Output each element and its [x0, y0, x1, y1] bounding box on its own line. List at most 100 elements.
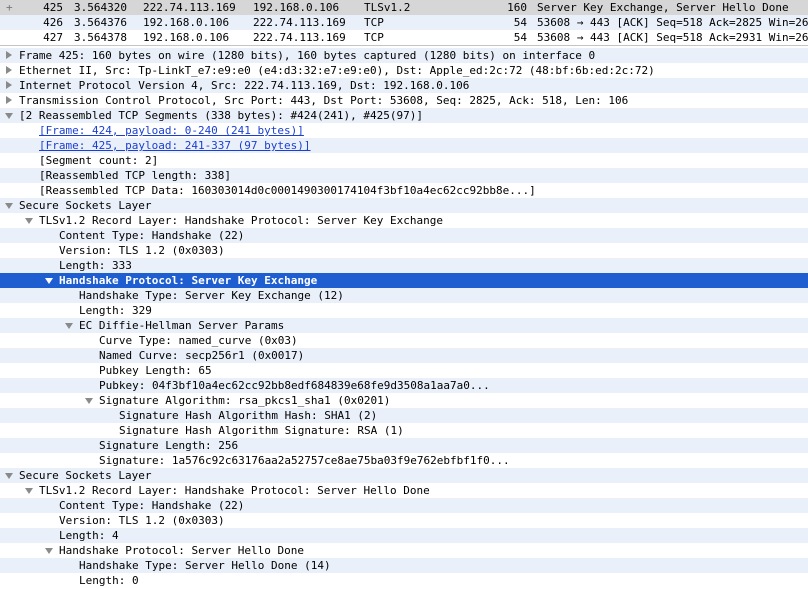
tree-item-label: Content Type: Handshake (22): [59, 499, 245, 512]
tree-item-selected[interactable]: Handshake Protocol: Server Key Exchange: [0, 273, 808, 288]
tree-item[interactable]: Pubkey: 04f3bf10a4ec62cc92bb8edf684839e6…: [0, 378, 808, 393]
tree-item-label: Curve Type: named_curve (0x03): [99, 334, 298, 347]
packet-info: Server Key Exchange, Server Hello Done: [537, 1, 789, 14]
packet-row[interactable]: 427 3.564378 192.168.0.106 222.74.113.169 TC…: [0, 30, 808, 45]
tree-item[interactable]: [Segment count: 2]: [0, 153, 808, 168]
tree-item-label: Frame 425: 160 bytes on wire (1280 bits)…: [19, 49, 596, 62]
collapse-arrow-icon[interactable]: [25, 483, 33, 498]
packet-source: 192.168.0.106: [143, 31, 230, 44]
collapse-arrow-icon[interactable]: [5, 108, 13, 123]
tree-item[interactable]: TLSv1.2 Record Layer: Handshake Protocol…: [0, 483, 808, 498]
tree-item-label: Signature Hash Algorithm Signature: RSA …: [119, 424, 404, 437]
tree-item[interactable]: Content Type: Handshake (22): [0, 498, 808, 513]
tree-item[interactable]: [Reassembled TCP Data: 160303014d0c00014…: [0, 183, 808, 198]
expand-arrow-icon[interactable]: [5, 93, 13, 108]
tree-item[interactable]: [Reassembled TCP length: 338]: [0, 168, 808, 183]
tree-item[interactable]: Length: 0: [0, 573, 808, 588]
tree-item[interactable]: Version: TLS 1.2 (0x0303): [0, 513, 808, 528]
tree-item[interactable]: Transmission Control Protocol, Src Port:…: [0, 93, 808, 108]
tree-item[interactable]: Secure Sockets Layer: [0, 468, 808, 483]
collapse-arrow-icon[interactable]: [85, 393, 93, 408]
packet-length: 54: [513, 31, 527, 44]
tree-item-label: Length: 4: [59, 529, 119, 542]
tree-item[interactable]: Internet Protocol Version 4, Src: 222.74…: [0, 78, 808, 93]
tree-item[interactable]: Length: 329: [0, 303, 808, 318]
tree-item[interactable]: [Frame: 425, payload: 241-337 (97 bytes)…: [0, 138, 808, 153]
tree-item-label: Secure Sockets Layer: [19, 199, 152, 212]
tree-item-label: Secure Sockets Layer: [19, 469, 152, 482]
packet-related-marker: +: [6, 1, 13, 14]
tree-item-label: Internet Protocol Version 4, Src: 222.74…: [19, 79, 470, 92]
tree-item-label: Ethernet II, Src: Tp-LinkT_e7:e9:e0 (e4:…: [19, 64, 655, 77]
tree-item-label: Handshake Protocol: Server Key Exchange: [59, 274, 318, 287]
collapse-arrow-icon[interactable]: [45, 543, 53, 558]
tree-item[interactable]: Named Curve: secp256r1 (0x0017): [0, 348, 808, 363]
packet-protocol: TCP: [364, 16, 384, 29]
tree-item[interactable]: Frame 425: 160 bytes on wire (1280 bits)…: [0, 48, 808, 63]
tree-item-label: Pubkey Length: 65: [99, 364, 212, 377]
collapse-arrow-icon[interactable]: [45, 273, 53, 288]
packet-number: 426: [43, 16, 63, 29]
packet-number: 427: [43, 31, 63, 44]
tree-item[interactable]: Signature: 1a576c92c63176aa2a52757ce8ae7…: [0, 453, 808, 468]
tree-item-label: Version: TLS 1.2 (0x0303): [59, 514, 225, 527]
frame-link[interactable]: [Frame: 424, payload: 0-240 (241 bytes)]: [39, 123, 304, 138]
packet-number: 425: [43, 1, 63, 14]
collapse-arrow-icon[interactable]: [25, 213, 33, 228]
collapse-arrow-icon[interactable]: [5, 468, 13, 483]
packet-length: 160: [507, 1, 527, 14]
packet-length: 54: [513, 16, 527, 29]
tree-item[interactable]: Handshake Type: Server Key Exchange (12): [0, 288, 808, 303]
tree-item[interactable]: Signature Algorithm: rsa_pkcs1_sha1 (0x0…: [0, 393, 808, 408]
tree-item-label: [2 Reassembled TCP Segments (338 bytes):…: [19, 109, 423, 122]
collapse-arrow-icon[interactable]: [65, 318, 73, 333]
tree-item[interactable]: Handshake Protocol: Server Hello Done: [0, 543, 808, 558]
tree-item[interactable]: Pubkey Length: 65: [0, 363, 808, 378]
tree-item[interactable]: Ethernet II, Src: Tp-LinkT_e7:e9:e0 (e4:…: [0, 63, 808, 78]
packet-destination: 192.168.0.106: [253, 1, 340, 14]
tree-item-label: Length: 329: [79, 304, 152, 317]
packet-protocol: TCP: [364, 31, 384, 44]
expand-arrow-icon[interactable]: [5, 78, 13, 93]
tree-item-label: [Reassembled TCP Data: 160303014d0c00014…: [39, 184, 536, 197]
packet-row[interactable]: +425 3.564320 222.74.113.169 192.168.0.106 T…: [0, 0, 808, 15]
tree-item-label: Version: TLS 1.2 (0x0303): [59, 244, 225, 257]
tree-item[interactable]: Secure Sockets Layer: [0, 198, 808, 213]
packet-source: 222.74.113.169: [143, 1, 236, 14]
tree-item[interactable]: [2 Reassembled TCP Segments (338 bytes):…: [0, 108, 808, 123]
tree-item[interactable]: TLSv1.2 Record Layer: Handshake Protocol…: [0, 213, 808, 228]
packet-info: 53608 → 443 [ACK] Seq=518 Ack=2931 Win=2…: [537, 31, 808, 44]
packet-row[interactable]: 426 3.564376 192.168.0.106 222.74.113.169 TC…: [0, 15, 808, 30]
tree-item[interactable]: Handshake Type: Server Hello Done (14): [0, 558, 808, 573]
tree-item[interactable]: Curve Type: named_curve (0x03): [0, 333, 808, 348]
tree-item-label: TLSv1.2 Record Layer: Handshake Protocol…: [39, 484, 430, 497]
packet-destination: 222.74.113.169: [253, 31, 346, 44]
tree-item[interactable]: Signature Length: 256: [0, 438, 808, 453]
collapse-arrow-icon[interactable]: [5, 198, 13, 213]
tree-item[interactable]: EC Diffie-Hellman Server Params: [0, 318, 808, 333]
frame-link[interactable]: [Frame: 425, payload: 241-337 (97 bytes)…: [39, 138, 311, 153]
expand-arrow-icon[interactable]: [5, 48, 13, 63]
tree-item-label: Pubkey: 04f3bf10a4ec62cc92bb8edf684839e6…: [99, 379, 490, 392]
tree-item[interactable]: Length: 4: [0, 528, 808, 543]
tree-item[interactable]: Signature Hash Algorithm Signature: RSA …: [0, 423, 808, 438]
tree-item[interactable]: Version: TLS 1.2 (0x0303): [0, 243, 808, 258]
tree-item[interactable]: Signature Hash Algorithm Hash: SHA1 (2): [0, 408, 808, 423]
tree-item-label: Signature Algorithm: rsa_pkcs1_sha1 (0x0…: [99, 394, 391, 407]
packet-details-tree: Frame 425: 160 bytes on wire (1280 bits)…: [0, 46, 808, 588]
tree-item[interactable]: Length: 333: [0, 258, 808, 273]
tree-item-label: Content Type: Handshake (22): [59, 229, 245, 242]
tree-item-label: Length: 333: [59, 259, 132, 272]
tree-item-label: Named Curve: secp256r1 (0x0017): [99, 349, 305, 362]
tree-item-label: Handshake Type: Server Key Exchange (12): [79, 289, 344, 302]
tree-item-label: Handshake Protocol: Server Hello Done: [59, 544, 305, 557]
tree-item-label: Length: 0: [79, 574, 139, 587]
tree-item-label: TLSv1.2 Record Layer: Handshake Protocol…: [39, 214, 443, 227]
tree-item-label: Signature: 1a576c92c63176aa2a52757ce8ae7…: [99, 454, 510, 467]
expand-arrow-icon[interactable]: [5, 63, 13, 78]
packet-info: 53608 → 443 [ACK] Seq=518 Ack=2825 Win=2…: [537, 16, 808, 29]
tree-item-label: Transmission Control Protocol, Src Port:…: [19, 94, 629, 107]
tree-item[interactable]: [Frame: 424, payload: 0-240 (241 bytes)]: [0, 123, 808, 138]
packet-destination: 222.74.113.169: [253, 16, 346, 29]
tree-item[interactable]: Content Type: Handshake (22): [0, 228, 808, 243]
